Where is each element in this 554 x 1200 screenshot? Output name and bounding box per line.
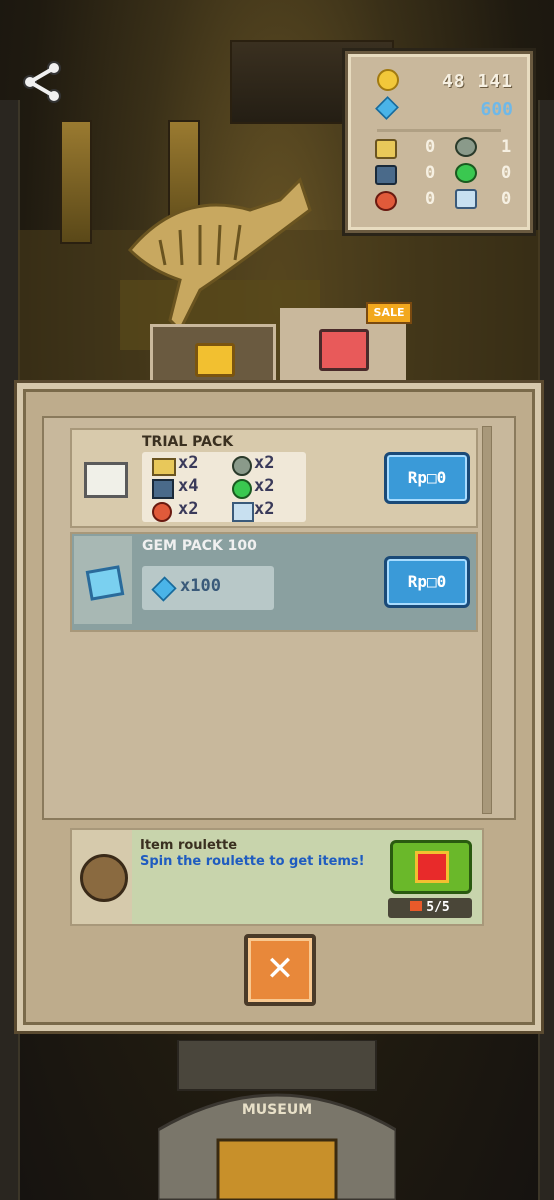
- toolbox-icon: [195, 343, 235, 377]
- robot-icon: [232, 502, 254, 522]
- museum-building: MUSEUM: [158, 1040, 396, 1200]
- magnifier-count: 1: [501, 137, 512, 157]
- stop-icon: [152, 502, 172, 522]
- pack-item-qty: x2: [178, 453, 199, 473]
- roulette-icon-box: [72, 830, 132, 924]
- gem-icon: [151, 576, 177, 602]
- potion-icon: [455, 163, 477, 183]
- robot-count: 0: [501, 189, 512, 209]
- pack-title: GEM PACK 100: [142, 538, 257, 554]
- gift-icon: [415, 851, 449, 883]
- pack-item-qty: x2: [254, 476, 275, 496]
- trash-bin-count: 0: [425, 163, 436, 183]
- stop-icon: [375, 191, 397, 211]
- ticket-icon: [152, 458, 176, 476]
- roulette-card: Item roulette Spin the roulette to get i…: [70, 828, 484, 926]
- roulette-wheel-icon: [80, 854, 128, 902]
- gem-icon: [375, 96, 399, 120]
- trash-bin-icon: [375, 165, 397, 185]
- pack-item-qty: x2: [254, 453, 275, 473]
- potion-icon: [232, 479, 252, 499]
- pack-item-qty: x100: [180, 576, 221, 596]
- pillar: [60, 120, 92, 244]
- resource-panel: 48 141 600 0 1 0 0 0 0: [345, 51, 533, 233]
- gift-icon: [410, 901, 423, 911]
- museum-sign: MUSEUM: [242, 1102, 312, 1118]
- buy-gem-pack-button[interactable]: Rp□0: [384, 556, 470, 608]
- close-button[interactable]: ✕: [244, 934, 316, 1006]
- spin-counter-value: 5/5: [426, 900, 450, 915]
- pack-list-scrollbar[interactable]: [482, 426, 492, 814]
- stop-count: 0: [425, 189, 436, 209]
- shop-icon: [319, 329, 369, 371]
- ticket-count: 0: [425, 137, 436, 157]
- gem-pack-icon: [85, 565, 125, 601]
- pack-item-qty: x4: [178, 476, 199, 496]
- trial-pack-icon: [84, 462, 128, 498]
- magnifier-icon: [455, 137, 477, 157]
- trash-bin-icon: [152, 479, 174, 499]
- sale-badge: SALE: [366, 302, 412, 324]
- share-icon[interactable]: [18, 58, 66, 106]
- robot-icon: [455, 189, 477, 209]
- pack-contents: x2 x2 x4 x2 x2 x2: [142, 452, 306, 522]
- tab-items[interactable]: [150, 324, 276, 385]
- divider: [377, 129, 501, 132]
- pack-item-qty: x2: [254, 499, 275, 519]
- roulette-title: Item roulette: [140, 838, 238, 853]
- pack-card-gem: GEM PACK 100 x100 Rp□0: [70, 532, 478, 632]
- pack-icon-box: [74, 536, 132, 624]
- spin-counter: 5/5: [388, 898, 472, 918]
- pack-title: TRIAL PACK: [142, 434, 234, 450]
- magnifier-icon: [232, 456, 252, 476]
- gem-count: 600: [480, 99, 513, 120]
- coin-count: 48 141: [441, 71, 513, 92]
- spin-roulette-button[interactable]: [390, 840, 472, 894]
- pack-contents: x100: [142, 566, 274, 610]
- pack-item-qty: x2: [178, 499, 199, 519]
- potion-count: 0: [501, 163, 512, 183]
- ticket-icon: [375, 139, 397, 159]
- roulette-description: Spin the roulette to get items!: [140, 854, 365, 869]
- buy-trial-pack-button[interactable]: Rp□0: [384, 452, 470, 504]
- pack-icon-box: [74, 432, 132, 520]
- coin-icon: [377, 69, 399, 91]
- pack-card-trial: TRIAL PACK x2 x2 x4 x2 x2 x2 Rp□0: [70, 428, 478, 528]
